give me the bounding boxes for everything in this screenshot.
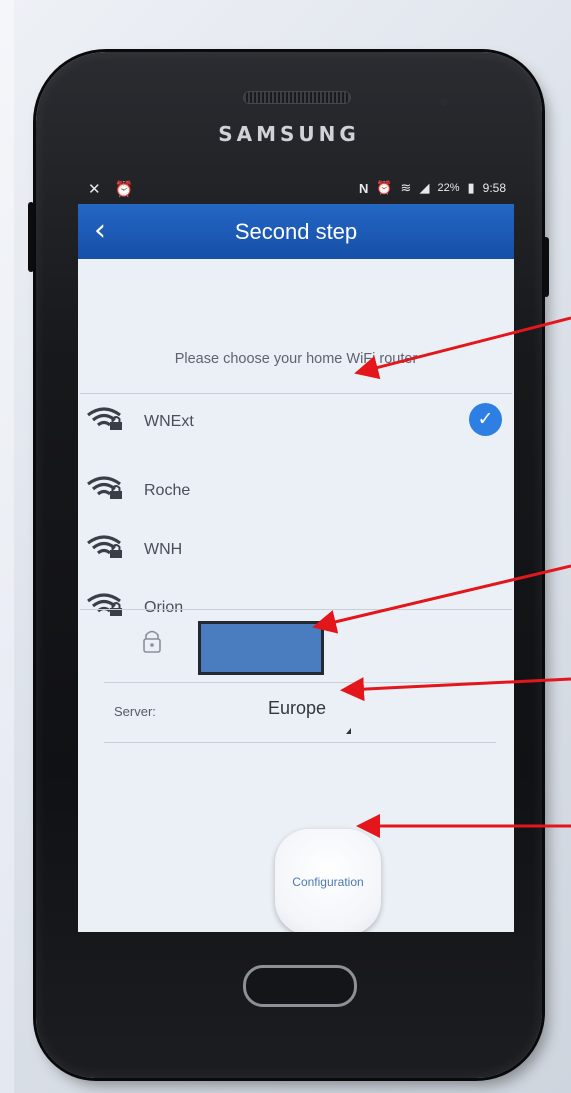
server-label: Server: — [114, 704, 156, 719]
wifi-lock-icon — [87, 593, 122, 616]
nfc-icon: N — [358, 180, 369, 196]
divider — [104, 682, 496, 683]
password-field[interactable] — [198, 621, 324, 675]
background-edge — [0, 0, 14, 1093]
battery-icon: ▮ — [467, 180, 475, 195]
clock: 9:58 — [482, 181, 506, 195]
power-key — [543, 237, 549, 297]
status-icons: N ⏰ ≋ ◢ 22% ▮ 9:58 — [359, 180, 506, 196]
wifi-status-icon: ≋ — [400, 180, 412, 195]
wifi-lock-icon — [87, 476, 122, 499]
divider — [80, 393, 512, 394]
alarm-icon: ⏰ — [376, 180, 393, 195]
front-camera — [440, 98, 448, 106]
title-bar: ‹ Second step — [78, 204, 514, 259]
brand-logo: SAMSUNG — [218, 122, 360, 146]
check-icon: ✓ — [469, 403, 502, 436]
network-name: Orion — [144, 599, 184, 616]
wifi-lock-icon — [87, 407, 122, 430]
network-item-wnext[interactable]: WNExt ✓ — [78, 397, 514, 445]
earpiece-speaker — [244, 92, 350, 103]
divider — [104, 742, 496, 743]
server-select[interactable]: Europe — [268, 698, 326, 719]
network-name: WNH — [144, 541, 183, 558]
network-item-wnh[interactable]: WNH — [78, 525, 514, 573]
configuration-button[interactable]: Configuration — [275, 829, 381, 932]
network-name: WNExt — [144, 413, 194, 430]
status-bar: ✕ ⏰ N ⏰ ≋ ◢ 22% ▮ 9:58 — [78, 176, 514, 200]
network-item-roche[interactable]: Roche — [78, 466, 514, 514]
volume-key — [28, 202, 34, 272]
phone-body: SAMSUNG ✕ ⏰ N ⏰ ≋ ◢ 22% ▮ 9:58 ‹ Second … — [28, 52, 549, 1078]
page-title: Second step — [234, 219, 358, 244]
wifi-lock-icon — [87, 535, 122, 558]
network-name: Roche — [144, 482, 191, 499]
notification-icons: ✕ ⏰ — [88, 181, 139, 198]
home-button[interactable] — [243, 965, 357, 1007]
battery-percent: 22% — [437, 182, 460, 194]
dropdown-caret-icon[interactable] — [346, 728, 351, 734]
app-screen: ‹ Second step Please choose your home Wi… — [78, 204, 514, 932]
instruction-text: Please choose your home WiFi router — [174, 351, 418, 367]
divider — [80, 609, 512, 610]
lock-icon — [143, 630, 161, 653]
signal-icon: ◢ — [419, 180, 430, 195]
